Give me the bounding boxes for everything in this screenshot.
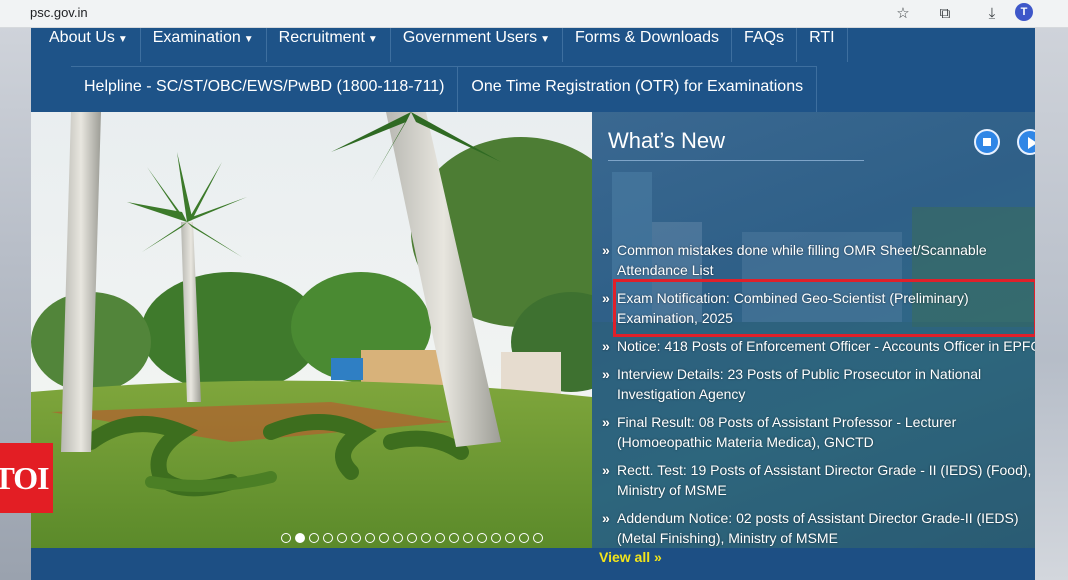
slider-dot[interactable] <box>491 533 501 543</box>
nav-row-primary: About Us ▼ Examination ▼ Recruitment ▼ Governm… <box>31 28 848 62</box>
browser-toolbar: psc.gov.in ☆ ⧉ ⤓ T <box>0 0 1068 28</box>
download-icon[interactable]: ⤓ <box>982 4 1002 24</box>
slider-dot[interactable] <box>505 533 515 543</box>
main-navigation: About Us ▼ Examination ▼ Recruitment ▼ Governm… <box>31 28 1035 113</box>
slider-dot[interactable] <box>407 533 417 543</box>
nav-item-label: Examination <box>152 29 241 46</box>
nav-item-faqs[interactable]: FAQs <box>732 28 798 62</box>
nav-item-secondary[interactable]: Helpline - SC/ST/OBC/EWS/PwBD (1800-118-… <box>71 67 459 113</box>
whats-new-title: What’s New <box>608 128 864 161</box>
nav-item-recruitment[interactable]: Recruitment ▼ <box>267 28 391 62</box>
nav-item-about-us[interactable]: About Us ▼ <box>31 28 141 62</box>
slider-dot[interactable] <box>463 533 473 543</box>
campus-photo-illustration <box>31 112 592 548</box>
slider-dot[interactable] <box>337 533 347 543</box>
nav-item-government-users[interactable]: Government Users ▼ <box>391 28 563 62</box>
campus-hero-image <box>31 112 592 548</box>
slider-dot[interactable] <box>323 533 333 543</box>
slider-dot[interactable] <box>533 533 543 543</box>
news-item[interactable]: Interview Details: 23 Posts of Public Pr… <box>602 364 1035 404</box>
slider-dot[interactable] <box>351 533 361 543</box>
view-all-link[interactable]: View all » <box>599 549 662 565</box>
stop-icon[interactable] <box>974 129 1000 155</box>
slider-dot[interactable] <box>295 533 305 543</box>
nav-item-forms-downloads[interactable]: Forms & Downloads <box>563 28 733 62</box>
nav-item-label: Forms & Downloads <box>575 29 720 46</box>
news-item[interactable]: Common mistakes done while filling OMR S… <box>602 240 1035 280</box>
slider-dot[interactable] <box>477 533 487 543</box>
slider-dot[interactable] <box>309 533 319 543</box>
website-viewport: About Us ▼ Examination ▼ Recruitment ▼ Governm… <box>31 28 1035 580</box>
caret-down-icon: ▼ <box>367 34 378 45</box>
news-item[interactable]: Notice: 418 Posts of Enforcement Officer… <box>602 336 1035 356</box>
caret-down-icon: ▼ <box>540 34 550 45</box>
slider-dot[interactable] <box>393 533 403 543</box>
slider-dot[interactable] <box>379 533 389 543</box>
nav-item-label: Recruitment <box>278 29 365 46</box>
nav-row-secondary: Helpline - SC/ST/OBC/EWS/PwBD (1800-118-… <box>71 66 818 113</box>
slider-dot[interactable] <box>281 533 291 543</box>
extensions-icon[interactable]: ⧉ <box>935 4 955 24</box>
highlight-annotation-box <box>613 279 1035 337</box>
slider-dot[interactable] <box>365 533 375 543</box>
news-item[interactable]: Rectt. Test: 19 Posts of Assistant Direc… <box>602 460 1035 500</box>
nav-item-label: Government Users <box>402 29 538 46</box>
slider-dot[interactable] <box>421 533 431 543</box>
nav-item-rti[interactable]: RTI <box>797 28 848 62</box>
blurred-edge-right <box>1035 28 1068 580</box>
bottom-bar <box>31 548 1035 580</box>
nav-item-examination[interactable]: Examination ▼ <box>141 28 267 62</box>
news-item[interactable]: Final Result: 08 Posts of Assistant Prof… <box>602 412 1035 452</box>
whats-new-panel: What’s New Common mistakes done while fi… <box>592 112 1035 548</box>
caret-down-icon: ▼ <box>243 34 254 45</box>
caret-down-icon: ▼ <box>117 34 128 45</box>
nav-item-label: FAQs <box>744 29 785 46</box>
nav-item-label: RTI <box>809 29 835 46</box>
slider-pagination <box>281 533 543 543</box>
address-bar-url[interactable]: psc.gov.in <box>30 5 88 20</box>
nav-item-secondary[interactable]: One Time Registration (OTR) for Examinat… <box>458 67 818 113</box>
slider-dot[interactable] <box>435 533 445 543</box>
nav-item-label: About Us <box>49 29 115 46</box>
toi-watermark-logo: TOI <box>0 443 53 513</box>
news-item[interactable]: Addendum Notice: 02 posts of Assistant D… <box>602 508 1035 548</box>
bookmark-star-icon[interactable]: ☆ <box>893 4 913 24</box>
profile-avatar[interactable]: T <box>1015 3 1033 21</box>
slider-dot[interactable] <box>449 533 459 543</box>
slider-dot[interactable] <box>519 533 529 543</box>
